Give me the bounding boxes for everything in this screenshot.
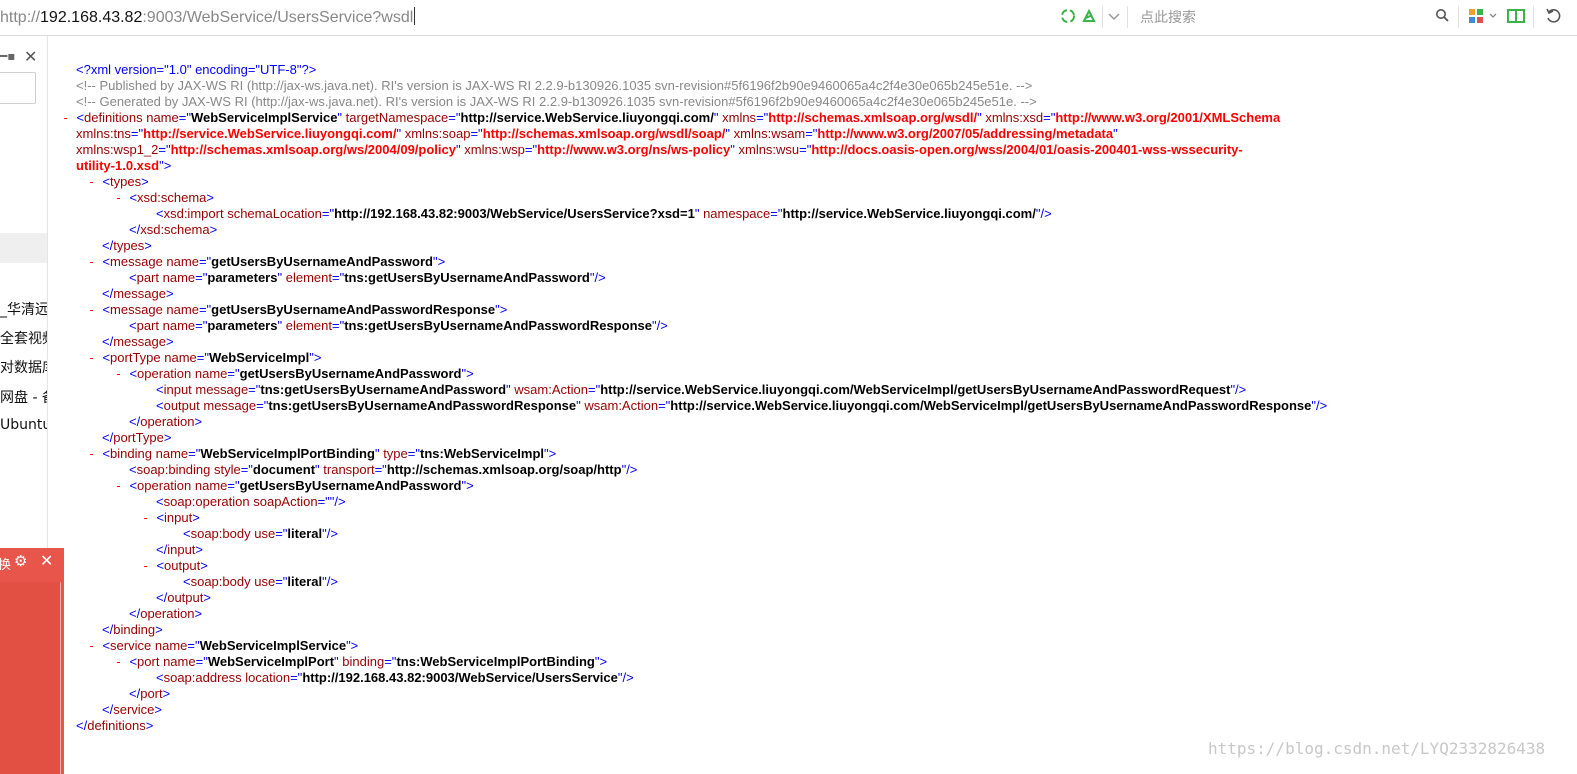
sidebar-highlight-row[interactable] <box>0 233 47 263</box>
xml-node-soapbinding: <soap:binding style="document" transport… <box>129 462 638 477</box>
xml-declaration: <?xml version="1.0" encoding="UTF-8"?> <box>76 62 317 77</box>
xml-node-types: - <types> <box>88 174 149 189</box>
xml-node-input: - <input> <box>142 510 200 525</box>
collapse-toggle[interactable]: - <box>88 639 102 653</box>
xml-node-part: <part name="parameters" element="tns:get… <box>129 318 668 333</box>
sidebar-item[interactable]: 全套视频 <box>0 328 47 348</box>
xml-attr-line: xmlns:wsp1_2="http://schemas.xmlsoap.org… <box>76 142 1243 157</box>
float-panel-label[interactable]: 换 <box>0 554 11 573</box>
sidebar-item[interactable]: Ubuntu <box>0 417 47 433</box>
xml-node-input: <input message="tns:getUsersByUsernameAn… <box>156 382 1247 397</box>
collapse-toggle[interactable]: - <box>142 559 156 573</box>
xml-attr-line: utility-1.0.xsd"> <box>76 158 172 173</box>
xml-close-tag: </message> <box>102 334 174 349</box>
xml-comment: <!-- Generated by JAX-WS RI (http://jax-… <box>76 94 1037 109</box>
xml-close-tag: </portType> <box>102 430 172 445</box>
xml-node-soapoperation: <soap:operation soapAction=""/> <box>156 494 346 509</box>
divider <box>1102 6 1103 28</box>
reading-mode-icon[interactable] <box>1507 8 1525 24</box>
collapse-toggle[interactable]: - <box>142 511 156 525</box>
float-panel-body[interactable] <box>0 582 61 774</box>
xml-node-output: - <output> <box>142 558 208 573</box>
chevron-down-icon[interactable] <box>1488 8 1498 24</box>
xml-close-tag: </binding> <box>102 622 163 637</box>
xml-close-tag: </message> <box>102 286 174 301</box>
xml-close-tag: </input> <box>156 542 204 557</box>
close-icon[interactable]: ✕ <box>40 551 53 570</box>
apps-grid-icon[interactable] <box>1468 8 1484 24</box>
xml-node-part: <part name="parameters" element="tns:get… <box>129 270 606 285</box>
xml-attr-line: xmlns:tns="http://service.WebService.liu… <box>76 126 1118 141</box>
divider <box>1458 6 1459 28</box>
collapse-toggle[interactable]: - <box>88 175 102 189</box>
xml-node-operation: - <operation name="getUsersByUsernameAnd… <box>115 478 474 493</box>
xml-node-schema: - <xsd:schema> <box>115 190 215 205</box>
divider <box>1127 6 1128 28</box>
sidebar-item[interactable]: 网盘 - 备 <box>0 387 47 407</box>
xml-close-tag: </operation> <box>129 414 203 429</box>
collapse-toggle[interactable]: - <box>88 351 102 365</box>
xml-node-message: - <message name="getUsersByUsernameAndPa… <box>88 254 446 269</box>
url-input[interactable]: http://192.168.43.82:9003/WebService/Use… <box>0 7 416 27</box>
xml-close-tag: </operation> <box>129 606 203 621</box>
xml-node-service: - <service name="WebServiceImplService"> <box>88 638 359 653</box>
address-bar[interactable]: http://192.168.43.82:9003/WebService/Use… <box>0 0 1577 36</box>
collapse-toggle[interactable]: - <box>115 479 129 493</box>
gear-icon[interactable]: ⚙ <box>14 552 27 570</box>
collapse-toggle[interactable]: - <box>115 655 129 669</box>
xml-node-address: <soap:address location="http://192.168.4… <box>156 670 634 685</box>
xml-close-tag: </output> <box>156 590 211 605</box>
xml-close-tag: </port> <box>129 686 171 701</box>
sidebar-search-input[interactable] <box>0 72 36 104</box>
collapse-toggle[interactable]: - <box>115 367 129 381</box>
undo-icon[interactable] <box>1545 8 1561 24</box>
xml-node-binding: - <binding name="WebServiceImplPortBindi… <box>88 446 557 461</box>
pin-icon[interactable]: ━▪ <box>0 49 15 63</box>
xml-node-definitions: - <definitions name="WebServiceImplServi… <box>62 110 1281 125</box>
collapse-toggle[interactable]: - <box>62 111 76 125</box>
watermark: https://blog.csdn.net/LYQ2332826438 <box>1208 739 1546 758</box>
xml-node-import: <xsd:import schemaLocation="http://192.1… <box>156 206 1052 221</box>
close-icon[interactable]: ✕ <box>24 47 37 66</box>
collapse-toggle[interactable]: - <box>115 191 129 205</box>
search-icon[interactable] <box>1435 8 1449 22</box>
xml-comment: <!-- Published by JAX-WS RI (http://jax-… <box>76 78 1033 93</box>
xml-close-tag: </definitions> <box>76 718 154 733</box>
xml-node-operation: - <operation name="getUsersByUsernameAnd… <box>115 366 474 381</box>
collapse-toggle[interactable]: - <box>88 303 102 317</box>
sidebar-item[interactable]: 对数据库 <box>0 357 47 377</box>
collapse-toggle[interactable]: - <box>88 447 102 461</box>
collapse-toggle[interactable]: - <box>88 255 102 269</box>
xml-close-tag: </types> <box>102 238 152 253</box>
refresh-icon[interactable] <box>1060 8 1076 24</box>
xml-node-soapbody: <soap:body use="literal"/> <box>183 526 338 541</box>
sidebar-item[interactable]: _华清远 <box>0 299 47 319</box>
chevron-down-icon[interactable] <box>1106 8 1122 24</box>
xml-node-soapbody: <soap:body use="literal"/> <box>183 574 338 589</box>
xml-close-tag: </xsd:schema> <box>129 222 218 237</box>
speed-mode-icon[interactable] <box>1081 8 1097 24</box>
xml-node-output: <output message="tns:getUsersByUsernameA… <box>156 398 1328 413</box>
xml-close-tag: </service> <box>102 702 162 717</box>
xml-node-porttype: - <portType name="WebServiceImpl"> <box>88 350 322 365</box>
text-caret <box>414 7 416 25</box>
xml-node-message: - <message name="getUsersByUsernameAndPa… <box>88 302 508 317</box>
xml-node-port: - <port name="WebServiceImplPort" bindin… <box>115 654 608 669</box>
search-input[interactable]: 点此搜索 <box>1140 7 1196 27</box>
divider <box>1533 6 1534 28</box>
